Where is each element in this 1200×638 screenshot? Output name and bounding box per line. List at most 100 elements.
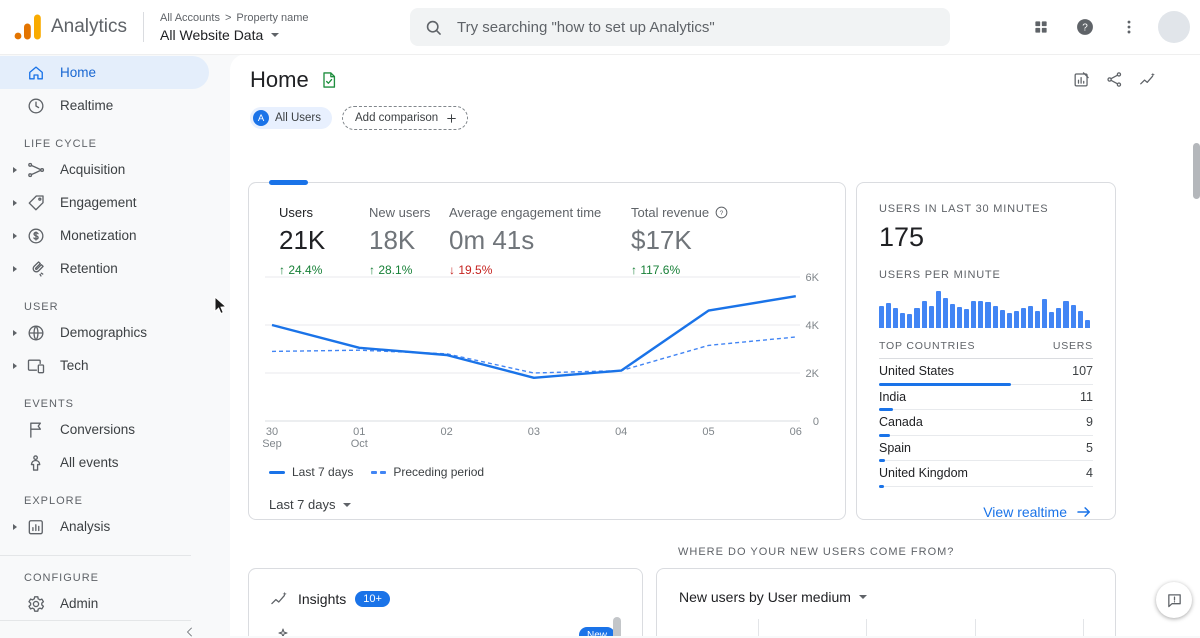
avatar[interactable] — [1158, 11, 1190, 43]
sidebar-item-conversions[interactable]: Conversions — [0, 413, 209, 446]
sidebar-item-analysis[interactable]: Analysis — [0, 510, 209, 543]
svg-text:04: 04 — [615, 426, 627, 438]
apps-grid-icon[interactable] — [1022, 8, 1060, 46]
svg-text:02: 02 — [440, 426, 452, 438]
insights-sparkline-icon — [269, 589, 289, 609]
minute-bar — [907, 314, 912, 328]
sidebar-item-label: Conversions — [60, 422, 135, 437]
insights-scrollbar[interactable] — [613, 617, 621, 636]
sidebar-item-engagement[interactable]: Engagement — [0, 186, 209, 219]
new-users-card: New users by User medium — [656, 568, 1116, 636]
add-comparison-button[interactable]: Add comparison — [342, 106, 468, 130]
sidebar-section-header: LIFE CYCLE — [0, 135, 209, 153]
collapse-sidebar-icon[interactable] — [184, 626, 196, 638]
metric-users[interactable]: Users21K↑ 24.4% — [279, 205, 325, 277]
svg-text:2K: 2K — [806, 368, 820, 380]
country-users: 107 — [1072, 364, 1093, 378]
metric-label: Total revenue? — [631, 205, 729, 220]
gridline — [975, 619, 976, 636]
metric-new-users[interactable]: New users18K↑ 28.1% — [369, 205, 430, 277]
sidebar-item-retention[interactable]: Retention — [0, 252, 209, 285]
sidebar-section-header: CONFIGURE — [0, 569, 209, 587]
expand-arrow-icon — [7, 233, 23, 239]
users-30min-value: 175 — [879, 222, 1093, 253]
customize-report-icon[interactable] — [1072, 70, 1092, 90]
metric-total-revenue[interactable]: Total revenue?$17K↑ 117.6% — [631, 205, 729, 277]
sidebar-item-label: Monetization — [60, 228, 137, 243]
insights-count-badge: 10+ — [355, 591, 390, 607]
sidebar-section-header: EXPLORE — [0, 492, 209, 510]
gridline — [1083, 619, 1084, 636]
svg-text:0: 0 — [813, 416, 819, 428]
country-users: 9 — [1086, 415, 1093, 429]
sidebar-item-label: Tech — [60, 358, 89, 373]
sidebar-item-label: Demographics — [60, 325, 147, 340]
insight-new-badge: New — [579, 627, 615, 636]
breadcrumb-separator: > — [225, 12, 231, 24]
search-bar[interactable] — [410, 8, 950, 46]
chevron-down-icon — [271, 33, 279, 37]
realtime-card: USERS IN LAST 30 MINUTES 175 USERS PER M… — [856, 182, 1116, 520]
gear-icon — [26, 594, 46, 614]
sidebar-item-label: Analysis — [60, 519, 110, 534]
comparison-chip-label: All Users — [275, 112, 321, 124]
chevron-down-icon — [343, 503, 351, 507]
country-name: United States — [879, 364, 954, 378]
svg-text:03: 03 — [528, 426, 540, 438]
search-input[interactable] — [455, 18, 936, 37]
new-users-dimension-selector[interactable]: New users by User medium — [679, 589, 1093, 605]
page-title: Home — [250, 67, 309, 93]
feedback-button[interactable] — [1156, 582, 1192, 618]
svg-text:4K: 4K — [806, 320, 820, 332]
sidebar-item-admin[interactable]: Admin — [0, 587, 209, 620]
view-realtime-link[interactable]: View realtime — [879, 503, 1093, 521]
metric-label: Users — [279, 205, 325, 220]
metric-average-engagement-time[interactable]: Average engagement time0m 41s↓ 19.5% — [449, 205, 601, 277]
sidebar-item-acquisition[interactable]: Acquisition — [0, 153, 209, 186]
sidebar-item-home[interactable]: Home — [0, 56, 209, 89]
sidebar-item-realtime[interactable]: Realtime — [0, 89, 209, 122]
help-circle-icon[interactable]: ? — [709, 205, 729, 220]
sidebar-item-label: Admin — [60, 596, 98, 611]
date-range-label: Last 7 days — [269, 497, 336, 512]
country-name: Spain — [879, 441, 911, 455]
share-icon[interactable] — [1105, 70, 1125, 90]
help-icon[interactable]: ? — [1066, 8, 1104, 46]
engagement-icon — [26, 193, 46, 213]
minute-bar — [1000, 310, 1005, 328]
minute-bar — [1014, 311, 1019, 328]
analytics-logo-icon[interactable] — [14, 14, 42, 40]
report-status-icon — [319, 70, 339, 90]
metric-label: New users — [369, 205, 430, 220]
date-range-selector[interactable]: Last 7 days — [269, 497, 351, 512]
minute-bar — [971, 301, 976, 328]
plus-icon — [445, 112, 458, 125]
country-users: 4 — [1086, 466, 1093, 480]
page-scrollbar[interactable] — [1193, 143, 1200, 199]
minute-bar — [1063, 301, 1068, 328]
sidebar-item-all-events[interactable]: All events — [0, 446, 209, 479]
new-users-selector-label: New users by User medium — [679, 589, 851, 605]
svg-text:05: 05 — [702, 426, 714, 438]
country-name: Canada — [879, 415, 923, 429]
chevron-down-icon — [859, 595, 867, 599]
account-breadcrumb[interactable]: All Accounts > Property name All Website… — [160, 12, 309, 43]
sidebar-item-demographics[interactable]: Demographics — [0, 316, 209, 349]
users-column-header: USERS — [1053, 340, 1093, 352]
arrow-right-icon — [1075, 503, 1093, 521]
metric-value: 0m 41s — [449, 225, 601, 256]
comparison-chip-all-users[interactable]: A All Users — [250, 107, 332, 129]
minute-bar — [1049, 312, 1054, 328]
sidebar-item-tech[interactable]: Tech — [0, 349, 209, 382]
sidebar-item-monetization[interactable]: Monetization — [0, 219, 209, 252]
gridline — [758, 619, 759, 636]
more-vert-icon[interactable] — [1110, 8, 1148, 46]
new-users-section-label: WHERE DO YOUR NEW USERS COME FROM? — [678, 546, 954, 558]
minute-bar — [964, 309, 969, 328]
minute-bar — [914, 308, 919, 328]
legend-item-last-7-days: Last 7 days — [269, 465, 353, 479]
top-countries-table: TOP COUNTRIES USERS United States107Indi… — [879, 340, 1093, 487]
topbar-divider — [143, 12, 144, 42]
svg-text:6K: 6K — [806, 272, 820, 284]
insights-icon[interactable] — [1138, 70, 1158, 90]
